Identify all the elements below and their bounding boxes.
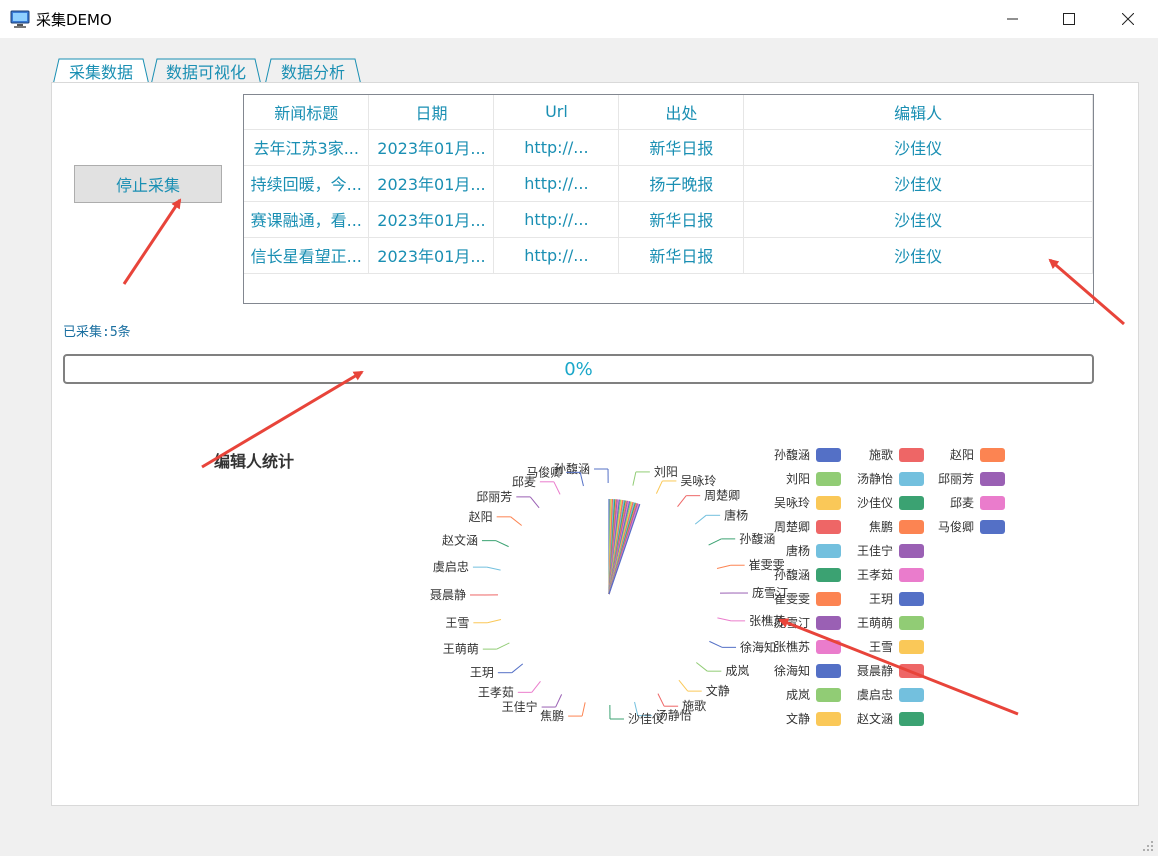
annotation-arrow — [778, 618, 1019, 716]
annotation-arrow — [201, 370, 364, 469]
resize-grip-icon[interactable] — [1142, 840, 1154, 852]
annotation-arrow — [122, 198, 182, 285]
annotation-arrow — [1048, 258, 1125, 326]
annotation-overlay — [122, 198, 1125, 716]
